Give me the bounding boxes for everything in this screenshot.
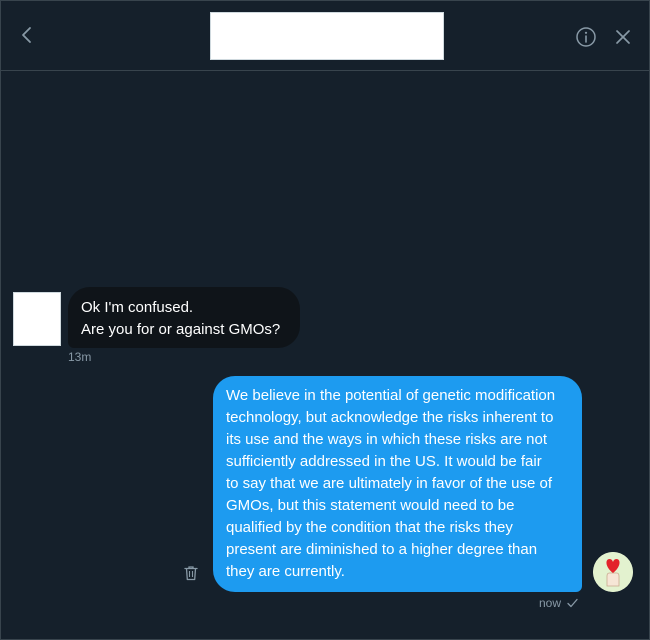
message-line: Ok I'm confused. (81, 299, 194, 316)
message-line: Are you for or against GMOs? (81, 321, 281, 338)
outgoing-message-bubble[interactable]: We believe in the potential of genetic m… (213, 376, 582, 592)
message-line: qualified by the condition that the risk… (226, 519, 513, 536)
close-button[interactable] (612, 26, 634, 48)
message-line: its use and the ways in which these risk… (226, 431, 547, 448)
message-line: present are diminished to a higher degre… (226, 541, 538, 558)
sender-avatar[interactable] (13, 292, 61, 346)
message-line: sufficiently addressed in the US. It wou… (226, 453, 542, 470)
message-line: GMOs, but this statement would need to b… (226, 497, 515, 514)
conversation-header (1, 1, 649, 71)
incoming-message-bubble[interactable]: Ok I'm confused. Are you for or against … (68, 287, 300, 348)
info-icon (576, 27, 596, 47)
message-line: to say that we are ultimately in favor o… (226, 475, 553, 492)
close-icon (616, 30, 630, 44)
message-line: We believe in the potential of genetic m… (226, 387, 556, 404)
delete-message-button[interactable] (182, 564, 200, 582)
own-avatar[interactable] (593, 552, 633, 592)
outgoing-message-status: now (539, 596, 578, 610)
incoming-message-time: 13m (68, 350, 92, 364)
conversation-title-redacted (210, 12, 444, 60)
message-line: they are currently. (226, 563, 345, 580)
trash-icon (184, 566, 198, 581)
info-button[interactable] (575, 26, 597, 48)
chevron-left-icon (22, 27, 31, 43)
dm-conversation-window: Ok I'm confused. Are you for or against … (0, 0, 650, 640)
heart-hand-avatar-image (593, 552, 633, 592)
checkmark-icon (567, 598, 578, 608)
message-line: technology, but acknowledge the risks in… (226, 409, 554, 426)
outgoing-message-time: now (539, 596, 562, 610)
back-button[interactable] (15, 23, 39, 47)
